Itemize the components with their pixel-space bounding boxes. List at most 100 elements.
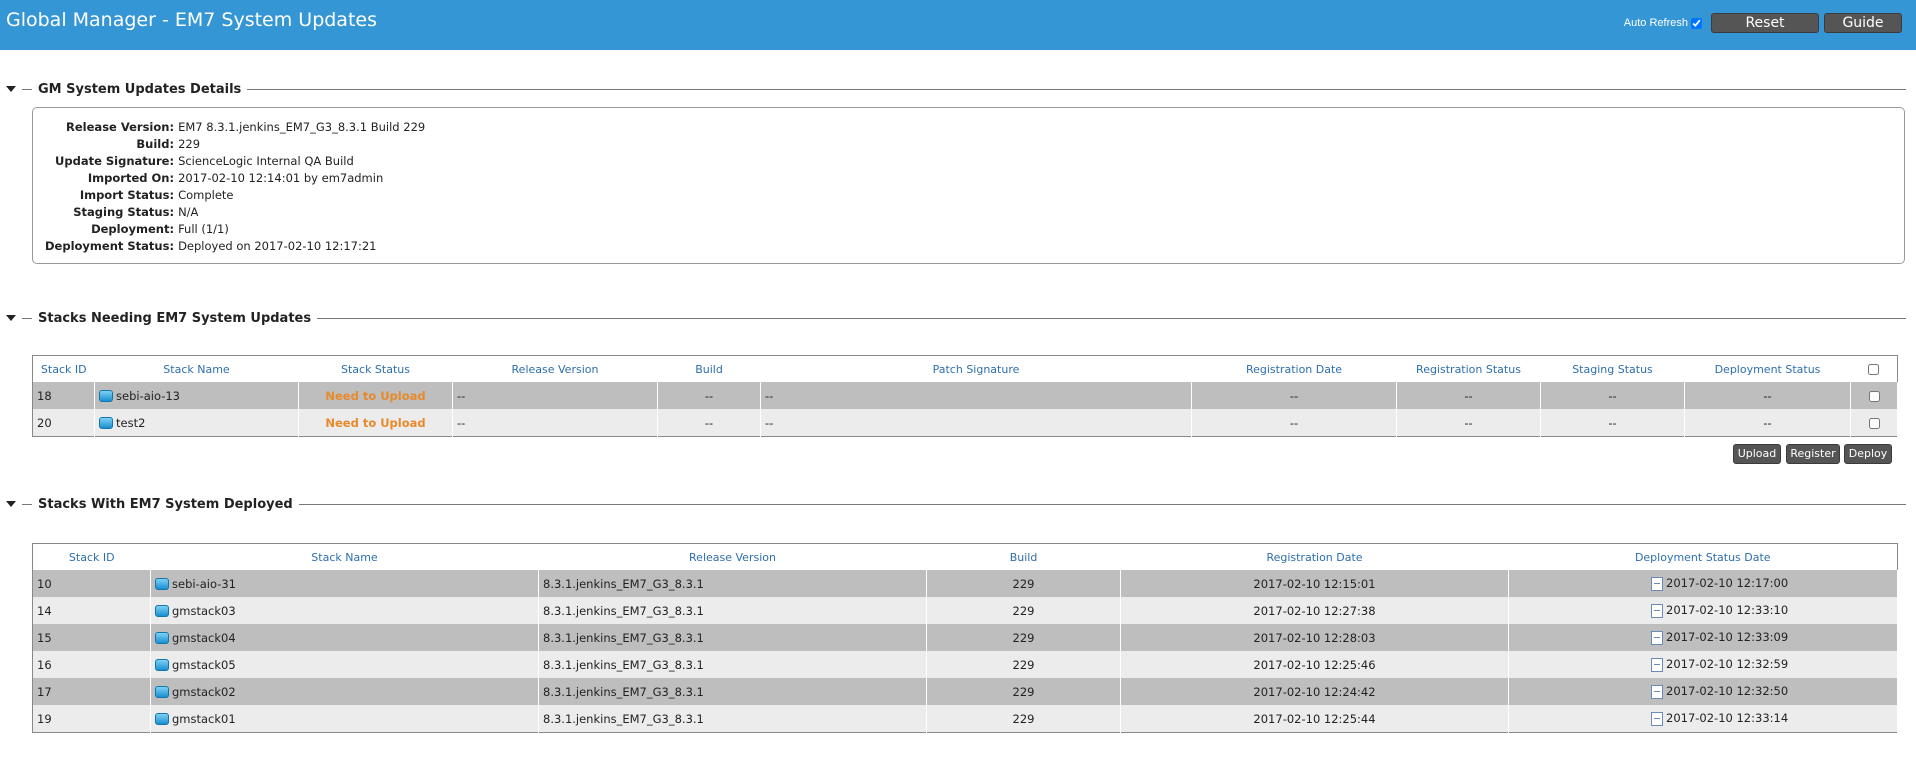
table-row[interactable]: 16 gmstack05 8.3.1.jenkins_EM7_G3_8.3.1 229… bbox=[32, 651, 1898, 678]
cell-reg-date: 2017-02-10 12:25:44 bbox=[1120, 705, 1509, 733]
table-row[interactable]: 14 gmstack03 8.3.1.jenkins_EM7_G3_8.3.1 229… bbox=[32, 597, 1898, 624]
cell-name: gmstack04 bbox=[150, 624, 539, 651]
cell-deploy-date: 2017-02-10 12:33:10 bbox=[1508, 597, 1898, 624]
table-row[interactable]: 18 sebi-aio-13 Need to Upload -- -- -- -- -- -- -… bbox=[32, 382, 1898, 409]
column-header[interactable]: Stack Name bbox=[150, 543, 539, 570]
collapse-triangle-down-icon[interactable] bbox=[6, 86, 16, 92]
cell-text: 2017-02-10 12:28:03 bbox=[1253, 630, 1376, 645]
cell-deploy-date: 2017-02-10 12:32:50 bbox=[1508, 678, 1898, 705]
details-section-header[interactable]: GM System Updates Details bbox=[6, 81, 1906, 97]
table-row[interactable]: 15 gmstack04 8.3.1.jenkins_EM7_G3_8.3.1 229… bbox=[32, 624, 1898, 651]
document-icon[interactable] bbox=[1651, 603, 1663, 618]
cell-text: -- bbox=[457, 388, 466, 403]
table-row[interactable]: 10 sebi-aio-31 8.3.1.jenkins_EM7_G3_8.3.1 2… bbox=[32, 570, 1898, 597]
column-header[interactable]: Patch Signature bbox=[760, 355, 1192, 382]
column-header[interactable]: Registration Date bbox=[1191, 355, 1397, 382]
cell-text: 20 bbox=[37, 415, 52, 430]
select-all-header bbox=[1850, 355, 1898, 382]
cell-text[interactable]: test2 bbox=[116, 416, 145, 430]
column-header[interactable]: Build bbox=[657, 355, 761, 382]
column-header[interactable]: Stack Status bbox=[298, 355, 453, 382]
deploy-button[interactable]: Deploy bbox=[1844, 444, 1892, 464]
table-row[interactable]: 19 gmstack01 8.3.1.jenkins_EM7_G3_8.3.1 229… bbox=[32, 705, 1898, 733]
deployed-section-header[interactable]: Stacks With EM7 System Deployed bbox=[6, 496, 1906, 512]
document-icon[interactable] bbox=[1651, 711, 1663, 726]
column-header[interactable]: Staging Status bbox=[1540, 355, 1685, 382]
column-header[interactable]: Registration Date bbox=[1120, 543, 1509, 570]
cell-text: -- bbox=[1608, 388, 1617, 403]
cell-text[interactable]: sebi-aio-31 bbox=[172, 577, 236, 591]
detail-value: Complete bbox=[178, 187, 234, 202]
detail-row: Imported On: 2017-02-10 12:14:01 by em7ad… bbox=[43, 169, 427, 186]
cell-text: -- bbox=[1464, 415, 1473, 430]
cell-text: 8.3.1.jenkins_EM7_G3_8.3.1 bbox=[543, 630, 704, 645]
cell-text[interactable]: gmstack02 bbox=[172, 685, 236, 699]
needing-section-title: Stacks Needing EM7 System Updates bbox=[38, 310, 312, 326]
detail-label: Deployment: bbox=[91, 221, 175, 236]
auto-refresh-toggle[interactable]: Auto Refresh bbox=[1624, 17, 1702, 29]
column-header[interactable]: Build bbox=[926, 543, 1121, 570]
collapse-triangle-down-icon[interactable] bbox=[6, 501, 16, 507]
cell-select bbox=[1850, 382, 1898, 409]
stack-icon bbox=[155, 659, 169, 671]
detail-row: Staging Status: N/A bbox=[43, 203, 427, 220]
reset-button[interactable]: Reset bbox=[1711, 13, 1819, 33]
auto-refresh-checkbox[interactable] bbox=[1691, 17, 1702, 29]
cell-status: Need to Upload bbox=[298, 409, 453, 437]
column-header[interactable]: Stack ID bbox=[32, 543, 151, 570]
document-icon[interactable] bbox=[1651, 576, 1663, 591]
cell-release: 8.3.1.jenkins_EM7_G3_8.3.1 bbox=[538, 651, 927, 678]
cell-text: 2017-02-10 12:24:42 bbox=[1253, 684, 1376, 699]
cell-deploy-date: 2017-02-10 12:33:14 bbox=[1508, 705, 1898, 733]
guide-button[interactable]: Guide bbox=[1824, 13, 1902, 33]
row-select-checkbox[interactable] bbox=[1868, 417, 1880, 429]
cell-text: 229 bbox=[1012, 657, 1035, 672]
table-row[interactable]: 20 test2 Need to Upload -- -- -- -- -- -- -- bbox=[32, 409, 1898, 437]
cell-text: -- bbox=[704, 388, 714, 403]
cell-name: gmstack03 bbox=[150, 597, 539, 624]
column-header[interactable]: Stack ID bbox=[32, 355, 95, 382]
cell-release: 8.3.1.jenkins_EM7_G3_8.3.1 bbox=[538, 570, 927, 597]
cell-text: 8.3.1.jenkins_EM7_G3_8.3.1 bbox=[543, 657, 704, 672]
select-all-checkbox[interactable] bbox=[1868, 364, 1880, 375]
column-header[interactable]: Deployment Status Date bbox=[1508, 543, 1898, 570]
document-icon[interactable] bbox=[1651, 684, 1663, 699]
detail-value: Deployed on 2017-02-10 12:17:21 bbox=[178, 238, 377, 253]
detail-value: Full (1/1) bbox=[178, 221, 229, 236]
cell-text: 229 bbox=[1012, 576, 1035, 591]
column-header[interactable]: Registration Status bbox=[1396, 355, 1541, 382]
document-icon[interactable] bbox=[1651, 630, 1663, 645]
cell-text[interactable]: gmstack05 bbox=[172, 658, 236, 672]
table-row[interactable]: 17 gmstack02 8.3.1.jenkins_EM7_G3_8.3.1 229… bbox=[32, 678, 1898, 705]
cell-text[interactable]: gmstack03 bbox=[172, 604, 236, 618]
column-header[interactable]: Deployment Status bbox=[1684, 355, 1851, 382]
needing-section-header[interactable]: Stacks Needing EM7 System Updates bbox=[6, 310, 1906, 326]
cell-text: 17 bbox=[37, 684, 52, 699]
register-button[interactable]: Register bbox=[1786, 444, 1840, 464]
upload-button[interactable]: Upload bbox=[1733, 444, 1781, 464]
cell-name: sebi-aio-31 bbox=[150, 570, 539, 597]
cell-text: 18 bbox=[37, 388, 52, 403]
cell-reg-date: 2017-02-10 12:28:03 bbox=[1120, 624, 1509, 651]
cell-status: Need to Upload bbox=[298, 382, 453, 409]
section-divider bbox=[22, 503, 32, 505]
detail-row: Deployment Status: Deployed on 2017-02-10… bbox=[43, 237, 427, 254]
cell-release: 8.3.1.jenkins_EM7_G3_8.3.1 bbox=[538, 678, 927, 705]
column-header[interactable]: Release Version bbox=[452, 355, 658, 382]
cell-reg-status: -- bbox=[1396, 409, 1541, 437]
cell-build: 229 bbox=[926, 597, 1121, 624]
document-icon[interactable] bbox=[1651, 657, 1663, 672]
cell-text: -- bbox=[704, 415, 714, 430]
cell-reg-date: 2017-02-10 12:15:01 bbox=[1120, 570, 1509, 597]
cell-release: 8.3.1.jenkins_EM7_G3_8.3.1 bbox=[538, 705, 927, 733]
cell-text[interactable]: gmstack04 bbox=[172, 631, 236, 645]
cell-text[interactable]: sebi-aio-13 bbox=[116, 389, 180, 403]
cell-deployment: -- bbox=[1684, 382, 1851, 409]
details-table: Release Version: EM7 8.3.1.jenkins_EM7_G3… bbox=[43, 118, 427, 254]
column-header[interactable]: Stack Name bbox=[94, 355, 299, 382]
collapse-triangle-down-icon[interactable] bbox=[6, 315, 16, 321]
column-header[interactable]: Release Version bbox=[538, 543, 927, 570]
stack-icon bbox=[99, 390, 113, 402]
cell-text[interactable]: gmstack01 bbox=[172, 712, 236, 726]
row-select-checkbox[interactable] bbox=[1868, 390, 1880, 402]
